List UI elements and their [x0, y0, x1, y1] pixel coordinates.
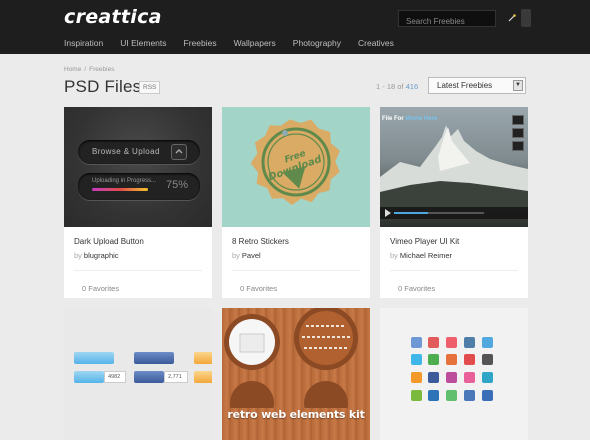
card-author: by Pavel — [232, 251, 261, 260]
nav-item-creatives[interactable]: Creatives — [358, 38, 394, 48]
twitter-button-preview — [74, 352, 114, 364]
preview-button-label: Browse & Upload — [92, 147, 160, 156]
play-icon — [385, 209, 391, 217]
card-thumbnail[interactable]: File For Movie Here — [380, 107, 528, 227]
count-b: 2,771 — [164, 371, 188, 383]
pagination-summary: 1 - 18 of 416 — [376, 82, 418, 91]
freebie-card[interactable] — [380, 308, 528, 440]
freebie-card[interactable]: Free Download 8 Retro Stickers by Pavel 0… — [222, 107, 370, 298]
page-title: PSD Files — [64, 77, 142, 96]
nav-item-inspiration[interactable]: Inspiration — [64, 38, 103, 48]
favorites-count[interactable]: 0 Favorites — [240, 284, 277, 293]
breadcrumb: Home / Freebies — [64, 66, 114, 73]
count-a: 4982 — [104, 371, 126, 383]
author-link[interactable]: blugraphic — [84, 251, 119, 260]
wood-elements-illustration — [224, 308, 358, 408]
rss-button-preview — [194, 371, 212, 383]
sort-dropdown[interactable]: Latest Freebies ▼ — [428, 77, 526, 94]
sort-selected-value: Latest Freebies — [437, 81, 493, 90]
player-side-buttons — [512, 115, 524, 154]
nav-item-ui-elements[interactable]: UI Elements — [120, 38, 166, 48]
nav-item-freebies[interactable]: Freebies — [184, 38, 217, 48]
card-title[interactable]: Vimeo Player UI Kit — [390, 237, 459, 246]
video-title: File For Movie Here — [382, 116, 438, 122]
card-title[interactable]: 8 Retro Stickers — [232, 237, 289, 246]
social-icon-preview — [428, 337, 439, 348]
twitter-button-preview — [74, 371, 104, 383]
freebie-card[interactable]: 4982 2,771 — [64, 308, 212, 440]
card-thumbnail[interactable] — [380, 308, 528, 440]
account-button[interactable] — [521, 9, 531, 27]
sticker-illustration: Free Download — [250, 119, 340, 205]
social-icon-preview — [411, 354, 422, 365]
social-icon-preview — [464, 372, 475, 383]
search-icon[interactable] — [507, 13, 517, 23]
breadcrumb-current[interactable]: Freebies — [89, 66, 114, 73]
main-nav: Inspiration UI Elements Freebies Wallpap… — [64, 38, 411, 48]
pager-total[interactable]: 416 — [406, 82, 419, 91]
rss-link[interactable]: RSS — [139, 81, 161, 94]
social-icon-preview — [428, 390, 439, 401]
freebie-card[interactable]: retro web elements kit — [222, 308, 370, 440]
social-icon-preview — [411, 390, 422, 401]
clock-icon — [512, 128, 524, 138]
social-icon-preview — [464, 390, 475, 401]
nav-item-wallpapers[interactable]: Wallpapers — [234, 38, 276, 48]
author-link[interactable]: Pavel — [242, 251, 261, 260]
breadcrumb-home[interactable]: Home — [64, 66, 81, 73]
social-icon-preview — [482, 372, 493, 383]
castle-scene — [380, 125, 528, 207]
card-title[interactable]: Dark Upload Button — [74, 237, 144, 246]
search-box[interactable] — [398, 10, 496, 29]
rss-button-preview — [194, 352, 212, 364]
search-input[interactable] — [399, 14, 495, 29]
player-controls — [380, 207, 528, 219]
card-thumbnail[interactable]: Browse & Upload Uploading in Progress...… — [64, 107, 212, 227]
card-author: by Michael Reimer — [390, 251, 453, 260]
social-icon-preview — [411, 372, 422, 383]
card-thumbnail[interactable]: retro web elements kit — [222, 308, 370, 440]
social-icon-preview — [446, 354, 457, 365]
site-logo[interactable]: creattica — [64, 6, 162, 28]
social-icon-preview — [411, 337, 422, 348]
embed-icon — [512, 141, 524, 151]
author-link[interactable]: Michael Reimer — [400, 251, 452, 260]
preview-upload-button: Browse & Upload — [78, 140, 200, 164]
chevron-down-icon[interactable]: ▼ — [513, 80, 523, 91]
card-author: by blugraphic — [74, 251, 119, 260]
preview-progress-label: Uploading in Progress... — [92, 178, 157, 184]
preview-caption: retro web elements kit — [227, 408, 365, 421]
social-icon-preview — [482, 337, 493, 348]
card-thumbnail[interactable]: 4982 2,771 — [64, 308, 212, 440]
card-thumbnail[interactable]: Free Download — [222, 107, 370, 227]
social-icon-preview — [482, 390, 493, 401]
card-divider — [74, 270, 202, 271]
upload-arrow-icon — [171, 144, 187, 160]
social-icon-preview — [464, 354, 475, 365]
social-icon-preview — [482, 354, 493, 365]
favorites-count[interactable]: 0 Favorites — [398, 284, 435, 293]
card-divider — [232, 270, 360, 271]
freebie-card[interactable]: File For Movie Here Vimeo Player UI Kit … — [380, 107, 528, 298]
nav-item-photography[interactable]: Photography — [293, 38, 341, 48]
freebie-card[interactable]: Browse & Upload Uploading in Progress...… — [64, 107, 212, 298]
heart-icon — [512, 115, 524, 125]
social-icon-preview — [446, 337, 457, 348]
social-icon-preview — [446, 390, 457, 401]
favorites-count[interactable]: 0 Favorites — [82, 284, 119, 293]
social-icon-preview — [464, 337, 475, 348]
site-header: creattica Inspiration UI Elements Freebi… — [0, 0, 590, 54]
facebook-button-preview — [134, 352, 174, 364]
breadcrumb-separator: / — [84, 66, 87, 73]
facebook-button-preview — [134, 371, 164, 383]
social-icon-preview — [428, 354, 439, 365]
preview-progress-bar: Uploading in Progress... 75% — [78, 173, 200, 200]
pager-range: 1 - 18 of — [376, 82, 404, 91]
card-divider — [390, 270, 518, 271]
preview-progress-percent: 75% — [165, 179, 188, 191]
progress-fill — [92, 188, 149, 191]
social-icon-preview — [428, 372, 439, 383]
seek-fill — [394, 212, 428, 214]
social-icon-preview — [446, 372, 457, 383]
